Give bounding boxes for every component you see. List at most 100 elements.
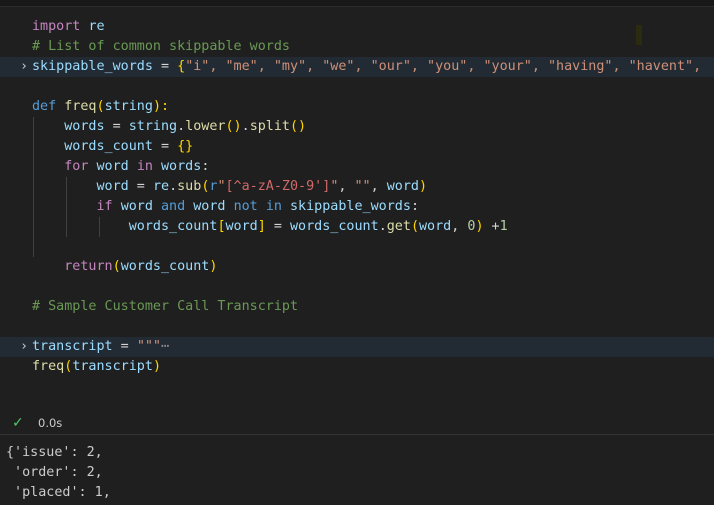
token: ) (419, 179, 428, 194)
token: () (290, 119, 307, 134)
token: skippable_words (290, 199, 411, 214)
token: . (241, 119, 250, 134)
token: + (483, 219, 500, 234)
token: word (225, 219, 258, 234)
token: word (419, 219, 452, 234)
comment: # List of common skippable words (32, 39, 290, 54)
chevron-right-icon[interactable]: › (19, 57, 29, 77)
code-line-17: › transcript = """⋯ (0, 337, 714, 357)
token: : (201, 159, 210, 174)
token: word (96, 159, 129, 174)
token: word (96, 179, 129, 194)
code-line-5: def freq(string): (0, 97, 714, 117)
token: skippable_words (32, 59, 153, 74)
code-line-9: word = re.sub(r"[^a-zA-Z0-9']", "", word… (0, 177, 714, 197)
token: 1 (499, 219, 508, 234)
top-border (0, 0, 714, 7)
token: word (193, 199, 226, 214)
token: freq (64, 99, 97, 114)
token: not (233, 199, 258, 214)
comment: # Sample Customer Call Transcript (32, 299, 299, 314)
code-line-2: # List of common skippable words (0, 37, 714, 57)
token: transcript (72, 359, 153, 374)
token: ] (257, 219, 266, 234)
token: word (120, 199, 153, 214)
code-line-3: › skippable_words = {"i", "me", "my", "w… (0, 57, 714, 77)
token: words_count (128, 219, 218, 234)
token: ( (112, 259, 121, 274)
token: : (410, 199, 419, 214)
token: split (249, 119, 290, 134)
minimap-marker (636, 25, 642, 45)
cell-output[interactable]: {'issue': 2, 'order': 2, 'placed': 1, (0, 434, 714, 505)
token: ): (152, 99, 170, 114)
code-cell[interactable]: import re # List of common skippable wor… (0, 7, 714, 412)
token: { (177, 59, 186, 74)
code-line-10: if word and word not in skippable_words: (0, 197, 714, 217)
token: re (88, 19, 105, 34)
token: in (265, 199, 282, 214)
token: words (64, 119, 105, 134)
token: words_count (120, 259, 210, 274)
token: words_count (290, 219, 379, 234)
token: () (225, 119, 242, 134)
output-line: 'placed': 1, (6, 485, 111, 500)
token: = (152, 59, 178, 74)
token: import (32, 19, 81, 34)
token: word (386, 179, 419, 194)
token: . (177, 119, 186, 134)
token: "" (354, 179, 371, 194)
token: "i", "me", "my", "we", "our", "you", "yo… (185, 59, 702, 74)
token: for (64, 159, 89, 174)
token: and (161, 199, 186, 214)
token: ) (209, 259, 218, 274)
code-line-11: words_count[word] = words_count.get(word… (0, 217, 714, 237)
token: words (161, 159, 202, 174)
token: . (378, 219, 387, 234)
token: def (32, 99, 57, 114)
chevron-right-icon[interactable]: › (19, 337, 29, 357)
token: ( (96, 99, 105, 114)
output-line: {'issue': 2, (6, 445, 103, 460)
token: freq (32, 359, 65, 374)
token: string (104, 99, 153, 114)
code-line-15: # Sample Customer Call Transcript (0, 297, 714, 317)
code-line-18: freq(transcript) (0, 357, 714, 377)
token: [^a-zA-Z0-9'] (225, 179, 331, 194)
token: {} (177, 139, 194, 154)
folded-ellipsis[interactable]: ⋯ (161, 339, 169, 354)
code-line-8: for word in words: (0, 157, 714, 177)
execution-duration: 0.0s (38, 416, 63, 430)
code-line-13: return(words_count) (0, 257, 714, 277)
token: , (451, 219, 468, 234)
notebook-app: import re # List of common skippable wor… (0, 0, 714, 505)
token: = (112, 339, 137, 354)
token: words_count (64, 139, 153, 154)
token: , (370, 179, 387, 194)
code-line-7: words_count = {} (0, 137, 714, 157)
token: re (152, 179, 170, 194)
token: = (265, 219, 290, 234)
token: sub (177, 179, 202, 194)
token: = (104, 119, 129, 134)
token: = (128, 179, 153, 194)
token: ( (410, 219, 419, 234)
token: in (136, 159, 153, 174)
code-line-6: words = string.lower().split() (0, 117, 714, 137)
token: = (152, 139, 178, 154)
token: transcript (32, 339, 113, 354)
token: """ (136, 339, 161, 354)
token: [ (217, 219, 226, 234)
token: if (96, 199, 113, 214)
token: ) (152, 359, 161, 374)
token: . (169, 179, 178, 194)
token: " (217, 179, 226, 194)
cell-status-bar: ✓ 0.0s (0, 412, 714, 434)
token: , (338, 179, 355, 194)
token: string (128, 119, 178, 134)
output-line: 'order': 2, (6, 465, 103, 480)
token: ) (475, 219, 484, 234)
token: return (64, 259, 113, 274)
check-icon: ✓ (12, 415, 24, 431)
token: get (386, 219, 411, 234)
